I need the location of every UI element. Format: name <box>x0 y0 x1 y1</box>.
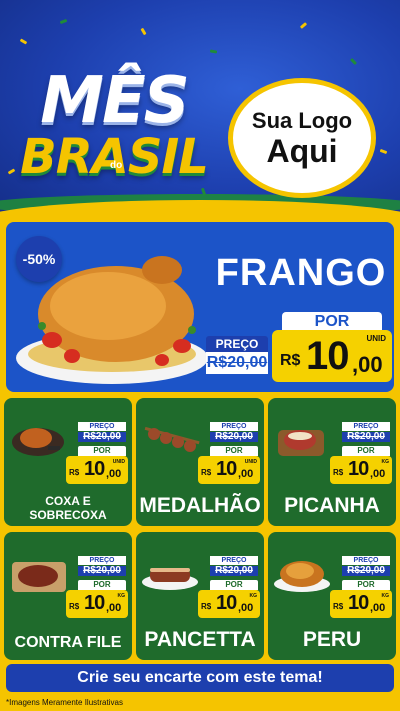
logo-line-1: Sua Logo <box>251 108 353 133</box>
product-card-medalhao[interactable]: PREÇO R$20,00 POR R$ 10 ,00 UNID MEDALHÃ… <box>136 398 264 526</box>
confetti-decoration <box>209 49 218 54</box>
product-card-peru[interactable]: PREÇO R$20,00 POR R$ 10 ,00 KG PERU <box>268 532 396 660</box>
discount-badge: -50% <box>16 236 62 282</box>
header-banner: MÊS BRASIL do Sua Logo Aqui <box>0 0 400 222</box>
confetti-decoration <box>59 18 68 25</box>
new-price-label: POR <box>210 580 258 590</box>
confetti-decoration <box>19 38 28 45</box>
new-price-box: R$ 10 ,00 KG <box>330 456 392 484</box>
confetti-decoration <box>299 22 308 29</box>
old-price: R$20,00 <box>206 352 268 374</box>
old-price-label: PREÇO <box>210 556 258 565</box>
contra-file-image <box>12 562 66 592</box>
peru-image <box>274 561 330 592</box>
new-price-box: R$ 10 ,00 UNID <box>198 456 260 484</box>
confetti-decoration <box>379 148 388 155</box>
old-price-label: PREÇO <box>342 556 390 565</box>
product-card-contra-file[interactable]: PREÇO R$20,00 POR R$ 10 ,00 KG CONTRA FI… <box>4 532 132 660</box>
price-cents: ,00 <box>352 352 383 377</box>
product-name: PANCETTA <box>144 628 256 651</box>
old-price-label: PREÇO <box>210 422 258 431</box>
price-integer: 10 <box>216 458 237 480</box>
coxa-image <box>12 428 64 456</box>
new-price-box: R$ 10 ,00 KG <box>198 590 260 618</box>
old-price: R$20,00 <box>210 432 258 442</box>
currency-symbol: R$ <box>201 602 212 611</box>
product-name: CONTRA FILE <box>14 634 122 651</box>
currency-symbol: R$ <box>333 602 344 611</box>
product-card-coxa[interactable]: PREÇO R$20,00 POR R$ 10 ,00 UNID COXA E … <box>4 398 132 526</box>
old-price-label: PREÇO <box>342 422 390 431</box>
title-do: do <box>110 160 123 171</box>
old-price: R$20,00 <box>342 432 390 442</box>
price-cents: ,00 <box>238 602 254 614</box>
new-price-label: POR <box>342 446 390 456</box>
old-price-label: PREÇO <box>78 556 126 565</box>
logo-line-2: Aqui <box>266 133 338 169</box>
confetti-decoration <box>349 57 358 66</box>
currency-symbol: R$ <box>69 602 80 611</box>
new-price-label: POR <box>210 446 258 456</box>
featured-product-name: FRANGO <box>215 252 387 294</box>
old-price-label: PREÇO <box>206 336 268 352</box>
disclaimer-footnote: *Imagens Meramente Ilustrativas <box>6 698 123 707</box>
old-price: R$20,00 <box>78 566 126 576</box>
old-price: R$20,00 <box>342 566 390 576</box>
new-price-label: POR <box>78 446 126 456</box>
medalhao-image <box>144 426 200 452</box>
picanha-image <box>278 430 324 456</box>
price-cents: ,00 <box>238 468 254 480</box>
new-price-box: R$ 10 ,00 UNID <box>66 456 128 484</box>
logo-placeholder[interactable]: Sua Logo Aqui <box>228 78 376 198</box>
product-name: PERU <box>302 628 362 651</box>
currency-symbol: R$ <box>280 352 301 369</box>
currency-symbol: R$ <box>333 468 344 477</box>
featured-product[interactable]: -50% FRANGO PREÇO R$20,00 POR R$ 10 ,00 … <box>6 222 394 392</box>
new-price-box: R$ 10 ,00 KG <box>330 590 392 618</box>
cta-button[interactable]: Crie seu encarte com este tema! <box>6 664 394 692</box>
pancetta-image <box>142 568 198 590</box>
old-price: R$20,00 <box>210 566 258 576</box>
price-unit: KG <box>249 593 258 599</box>
new-price-label: POR <box>78 580 126 590</box>
price-cents: ,00 <box>106 602 122 614</box>
price-integer: 10 <box>348 592 369 614</box>
product-card-pancetta[interactable]: PREÇO R$20,00 POR R$ 10 ,00 KG PANCETTA <box>136 532 264 660</box>
product-card-picanha[interactable]: PREÇO R$20,00 POR R$ 10 ,00 KG PICANHA <box>268 398 396 526</box>
price-cents: ,00 <box>370 602 386 614</box>
old-price-label: PREÇO <box>78 422 126 431</box>
price-unit: KG <box>381 593 390 599</box>
old-price: R$20,00 <box>78 432 126 442</box>
price-unit: UNID <box>366 334 386 343</box>
title-mes: MÊS <box>40 64 190 138</box>
confetti-decoration <box>140 27 147 36</box>
new-price-box: R$ 10 ,00 KG <box>66 590 128 618</box>
price-unit: UNID <box>244 459 257 465</box>
price-cents: ,00 <box>370 468 386 480</box>
currency-symbol: R$ <box>69 468 80 477</box>
new-price-label: POR <box>282 312 382 332</box>
price-integer: 10 <box>306 334 349 378</box>
price-integer: 10 <box>348 458 369 480</box>
new-price-box: R$ 10 ,00 UNID <box>272 330 392 382</box>
currency-symbol: R$ <box>201 468 212 477</box>
price-integer: 10 <box>84 458 105 480</box>
price-integer: 10 <box>84 592 105 614</box>
product-name: COXA E SOBRECOXA <box>29 494 107 522</box>
new-price-label: POR <box>342 580 390 590</box>
price-unit: KG <box>381 459 390 465</box>
campaign-title: MÊS BRASIL do <box>14 64 214 185</box>
product-name: PICANHA <box>284 494 380 517</box>
price-unit: KG <box>117 593 126 599</box>
price-cents: ,00 <box>106 468 122 480</box>
title-brasil: BRASIL <box>20 129 209 185</box>
product-name: MEDALHÃO <box>139 494 261 517</box>
price-integer: 10 <box>216 592 237 614</box>
product-grid: PREÇO R$20,00 POR R$ 10 ,00 UNID COXA E … <box>4 398 396 660</box>
price-unit: UNID <box>112 459 125 465</box>
